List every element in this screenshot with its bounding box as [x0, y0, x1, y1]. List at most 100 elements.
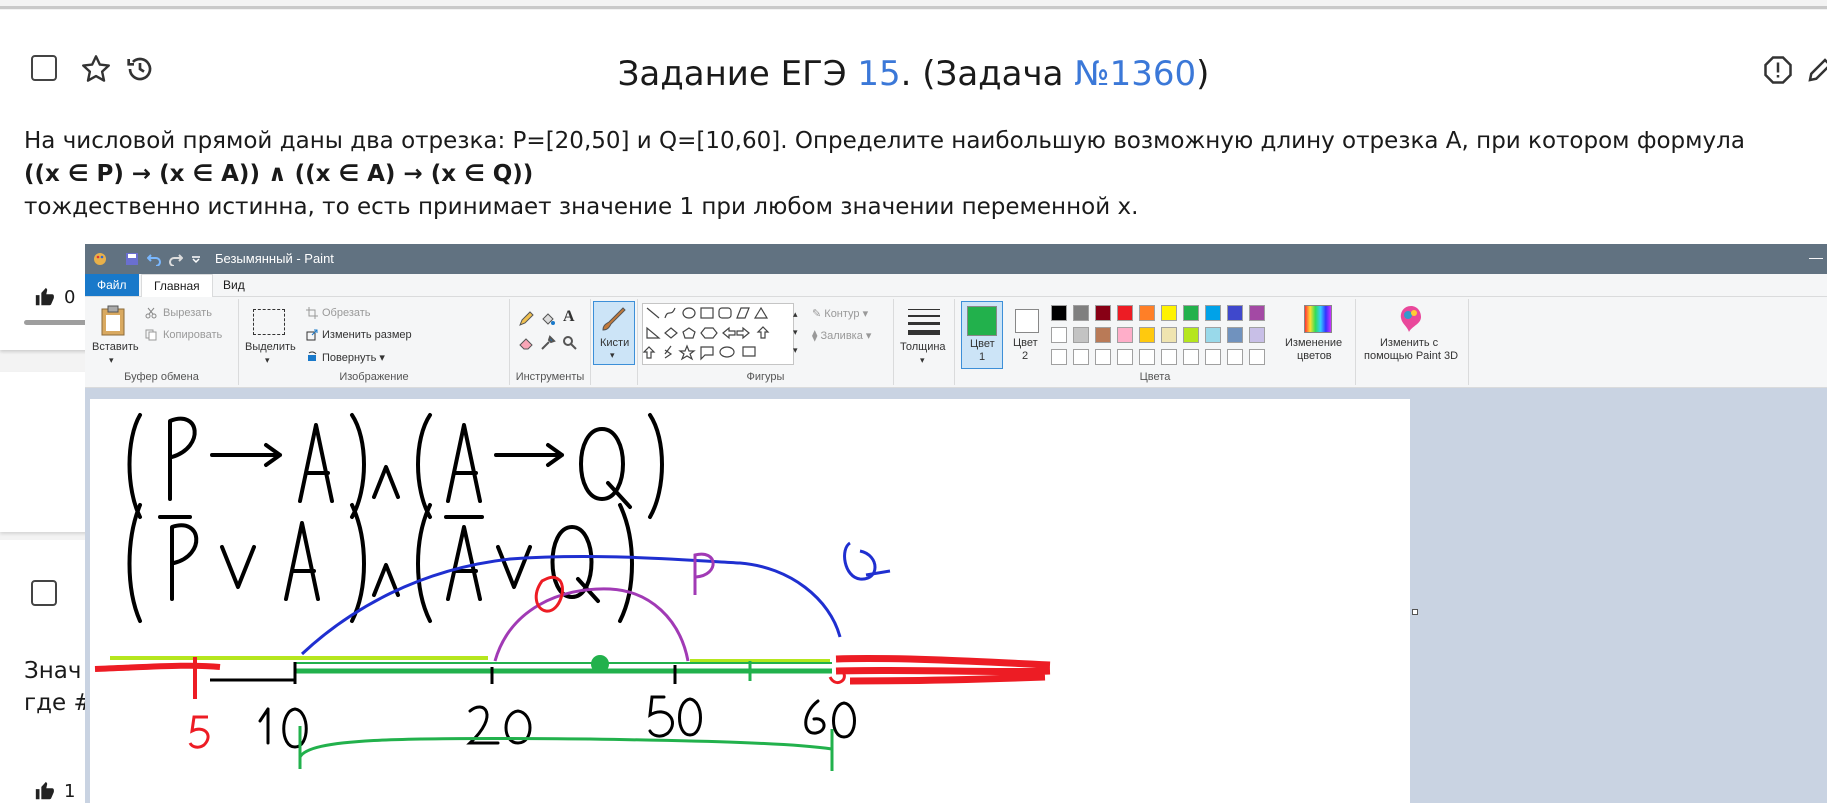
resize-button[interactable]: Изменить размер — [322, 329, 412, 341]
color-swatch[interactable] — [1139, 305, 1155, 321]
undo-icon[interactable] — [147, 252, 161, 266]
color-swatch[interactable] — [1161, 305, 1177, 321]
edit-colors-icon — [1304, 305, 1332, 333]
brushes-button[interactable]: Кисти ▾ — [593, 301, 635, 365]
shapes-gallery[interactable] — [642, 303, 794, 365]
redo-icon[interactable] — [169, 252, 183, 266]
like-button-2[interactable]: 1 — [34, 780, 75, 802]
paint-window: Безымянный - Paint — Файл Главная Вид Вс… — [85, 244, 1827, 803]
color-swatch[interactable] — [1161, 327, 1177, 343]
select-label[interactable]: Выделить — [245, 341, 296, 353]
color-swatch[interactable] — [1227, 327, 1243, 343]
customize-quick-access-icon[interactable] — [191, 254, 201, 264]
color-swatch[interactable] — [1139, 327, 1155, 343]
image-group: Выделить ▾ Обрезать Изменить размер Пове… — [239, 299, 510, 385]
custom-color-slot[interactable] — [1051, 349, 1067, 365]
color-swatch[interactable] — [1073, 327, 1089, 343]
thickness-icon[interactable] — [908, 309, 940, 335]
color2-preview — [1015, 309, 1039, 333]
edit-icon[interactable] — [1805, 55, 1827, 85]
shapes-scroll-up[interactable]: ▴ — [793, 309, 798, 320]
task-id-link[interactable]: №1360 — [1074, 54, 1196, 94]
color1-number: 1 — [979, 351, 986, 363]
exam-task-number-link[interactable]: 15 — [857, 54, 900, 94]
color-swatch[interactable] — [1183, 305, 1199, 321]
paint-canvas[interactable] — [90, 399, 1410, 803]
custom-color-slot[interactable] — [1095, 349, 1111, 365]
color1-label: Цвет — [970, 338, 995, 350]
custom-color-slot[interactable] — [1205, 349, 1221, 365]
shapes-gallery-icons — [642, 306, 770, 361]
edit-colors-button[interactable]: Изменение цветов — [1283, 301, 1353, 367]
text-tool-icon[interactable]: A — [563, 308, 575, 326]
minimize-icon[interactable]: — — [1809, 249, 1823, 265]
custom-color-slot[interactable] — [1161, 349, 1177, 365]
task-title: Задание ЕГЭ 15. (Задача №1360) — [0, 54, 1827, 94]
top-divider — [0, 6, 1827, 9]
select-dropdown-icon[interactable]: ▾ — [265, 355, 270, 366]
rotate-button[interactable]: Повернуть ▾ — [322, 351, 385, 364]
color-swatch[interactable] — [1051, 327, 1067, 343]
save-icon[interactable] — [125, 252, 139, 266]
brushes-group: Кисти ▾ — [591, 299, 638, 385]
canvas-resize-handle[interactable] — [1412, 609, 1418, 615]
color-swatch[interactable] — [1227, 305, 1243, 321]
color-swatch[interactable] — [1095, 305, 1111, 321]
brushes-dropdown-icon: ▾ — [610, 350, 615, 360]
custom-color-slot[interactable] — [1227, 349, 1243, 365]
paste-icon[interactable] — [99, 305, 129, 337]
thickness-dropdown-icon[interactable]: ▾ — [920, 355, 925, 366]
paste-dropdown-icon[interactable]: ▾ — [109, 355, 114, 366]
menu-file[interactable]: Файл — [85, 274, 139, 296]
select-checkbox-2[interactable] — [31, 580, 57, 606]
menu-view[interactable]: Вид — [211, 274, 257, 296]
color2-label: Цвет — [1013, 337, 1038, 349]
pencil-icon[interactable] — [518, 311, 534, 327]
shapes-expand[interactable]: ▾ — [793, 345, 798, 356]
like-button[interactable]: 0 — [34, 286, 75, 308]
paste-label[interactable]: Вставить — [92, 341, 139, 353]
color-swatch[interactable] — [1205, 327, 1221, 343]
edit-colors-label: Изменение — [1285, 337, 1343, 349]
select-icon[interactable] — [253, 309, 285, 335]
eraser-icon[interactable] — [518, 335, 534, 351]
color-swatch[interactable] — [1205, 305, 1221, 321]
color-swatch[interactable] — [1051, 305, 1067, 321]
copy-icon — [145, 329, 157, 341]
thickness-label[interactable]: Толщина — [900, 341, 946, 353]
brushes-label: Кисти — [600, 337, 630, 349]
magnifier-icon[interactable] — [562, 335, 578, 351]
color-swatch[interactable] — [1095, 327, 1111, 343]
color-swatch[interactable] — [1117, 305, 1133, 321]
paint3d-group: Изменить с помощью Paint 3D — [1356, 299, 1469, 385]
title-suffix: ) — [1196, 54, 1210, 94]
shapes-scroll-down[interactable]: ▾ — [793, 327, 798, 338]
fill-button[interactable]: ⧫ Заливка ▾ — [812, 329, 871, 342]
menu-home[interactable]: Главная — [141, 274, 213, 298]
report-icon[interactable] — [1763, 55, 1793, 85]
custom-color-slot[interactable] — [1073, 349, 1089, 365]
outline-button[interactable]: ✎ Контур ▾ — [812, 307, 868, 320]
brush-icon — [602, 307, 626, 331]
paint3d-button[interactable]: Изменить с помощью Paint 3D — [1358, 301, 1464, 367]
color-swatch[interactable] — [1117, 327, 1133, 343]
cut-button[interactable]: Вырезать — [163, 307, 212, 319]
crop-button[interactable]: Обрезать — [322, 307, 371, 319]
custom-color-slot[interactable] — [1117, 349, 1133, 365]
task2-text-line2: где # — [24, 690, 93, 716]
custom-color-slot[interactable] — [1139, 349, 1155, 365]
custom-color-slot[interactable] — [1249, 349, 1265, 365]
color-picker-icon[interactable] — [540, 335, 556, 351]
custom-color-slot[interactable] — [1183, 349, 1199, 365]
copy-button[interactable]: Копировать — [163, 329, 222, 341]
color-swatch[interactable] — [1249, 305, 1265, 321]
fill-bucket-icon[interactable] — [540, 311, 556, 327]
color2-button[interactable]: Цвет 2 — [1005, 301, 1045, 367]
outline-label: Контур — [824, 308, 860, 320]
color2-number: 2 — [1022, 350, 1029, 362]
color-swatch[interactable] — [1183, 327, 1199, 343]
colors-group: Цвет 1 Цвет 2 Изменение цветов Цвета — [955, 299, 1356, 385]
color-swatch[interactable] — [1249, 327, 1265, 343]
color-swatch[interactable] — [1073, 305, 1089, 321]
color1-button[interactable]: Цвет 1 — [961, 301, 1003, 369]
